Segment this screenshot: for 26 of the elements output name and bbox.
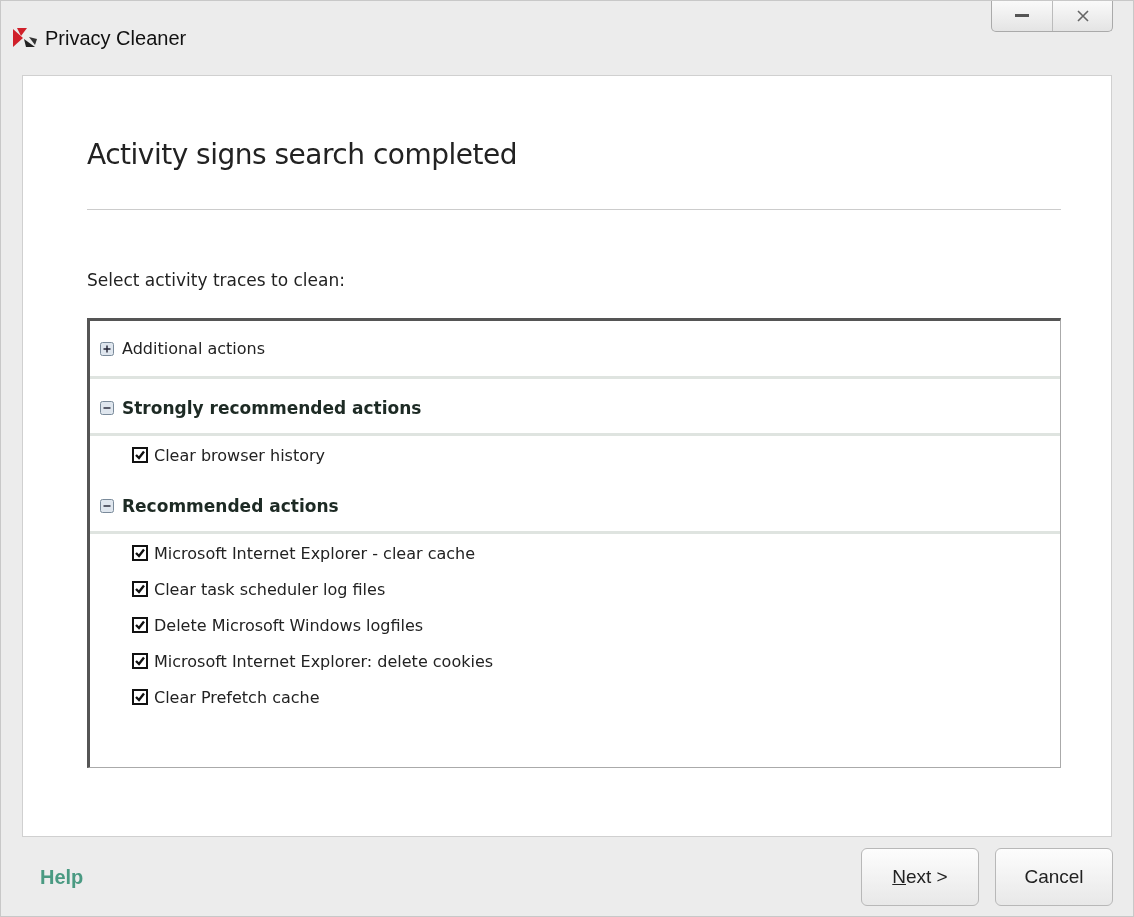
- action-label: Microsoft Internet Explorer - clear cache: [154, 543, 475, 563]
- collapse-icon[interactable]: [100, 401, 114, 415]
- checkbox[interactable]: [132, 653, 148, 669]
- instruction-text: Select activity traces to clean:: [87, 270, 346, 290]
- window-title: Privacy Cleaner: [45, 26, 187, 50]
- collapse-icon[interactable]: [100, 499, 114, 513]
- group-label[interactable]: Additional actions: [122, 339, 265, 358]
- next-button[interactable]: Next >: [861, 848, 979, 906]
- cancel-button[interactable]: Cancel: [995, 848, 1113, 906]
- close-icon: [1076, 10, 1089, 22]
- checkbox[interactable]: [132, 617, 148, 633]
- page-heading: Activity signs search completed: [87, 138, 518, 171]
- action-label: Clear browser history: [154, 445, 326, 465]
- group-label[interactable]: Strongly recommended actions: [122, 398, 422, 418]
- checkbox[interactable]: [132, 447, 148, 463]
- action-label: Microsoft Internet Explorer: delete cookies: [154, 651, 494, 671]
- minimize-icon: [1015, 14, 1029, 18]
- checkbox[interactable]: [132, 545, 148, 561]
- expand-icon[interactable]: [100, 341, 114, 356]
- checkbox[interactable]: [132, 581, 148, 597]
- action-label: Clear Prefetch cache: [154, 687, 320, 707]
- app-logo-icon: [13, 27, 39, 49]
- checkbox[interactable]: [132, 689, 148, 705]
- action-label: Delete Microsoft Windows logfiles: [154, 615, 424, 635]
- group-label[interactable]: Recommended actions: [122, 496, 339, 516]
- action-label: Clear task scheduler log files: [154, 579, 386, 599]
